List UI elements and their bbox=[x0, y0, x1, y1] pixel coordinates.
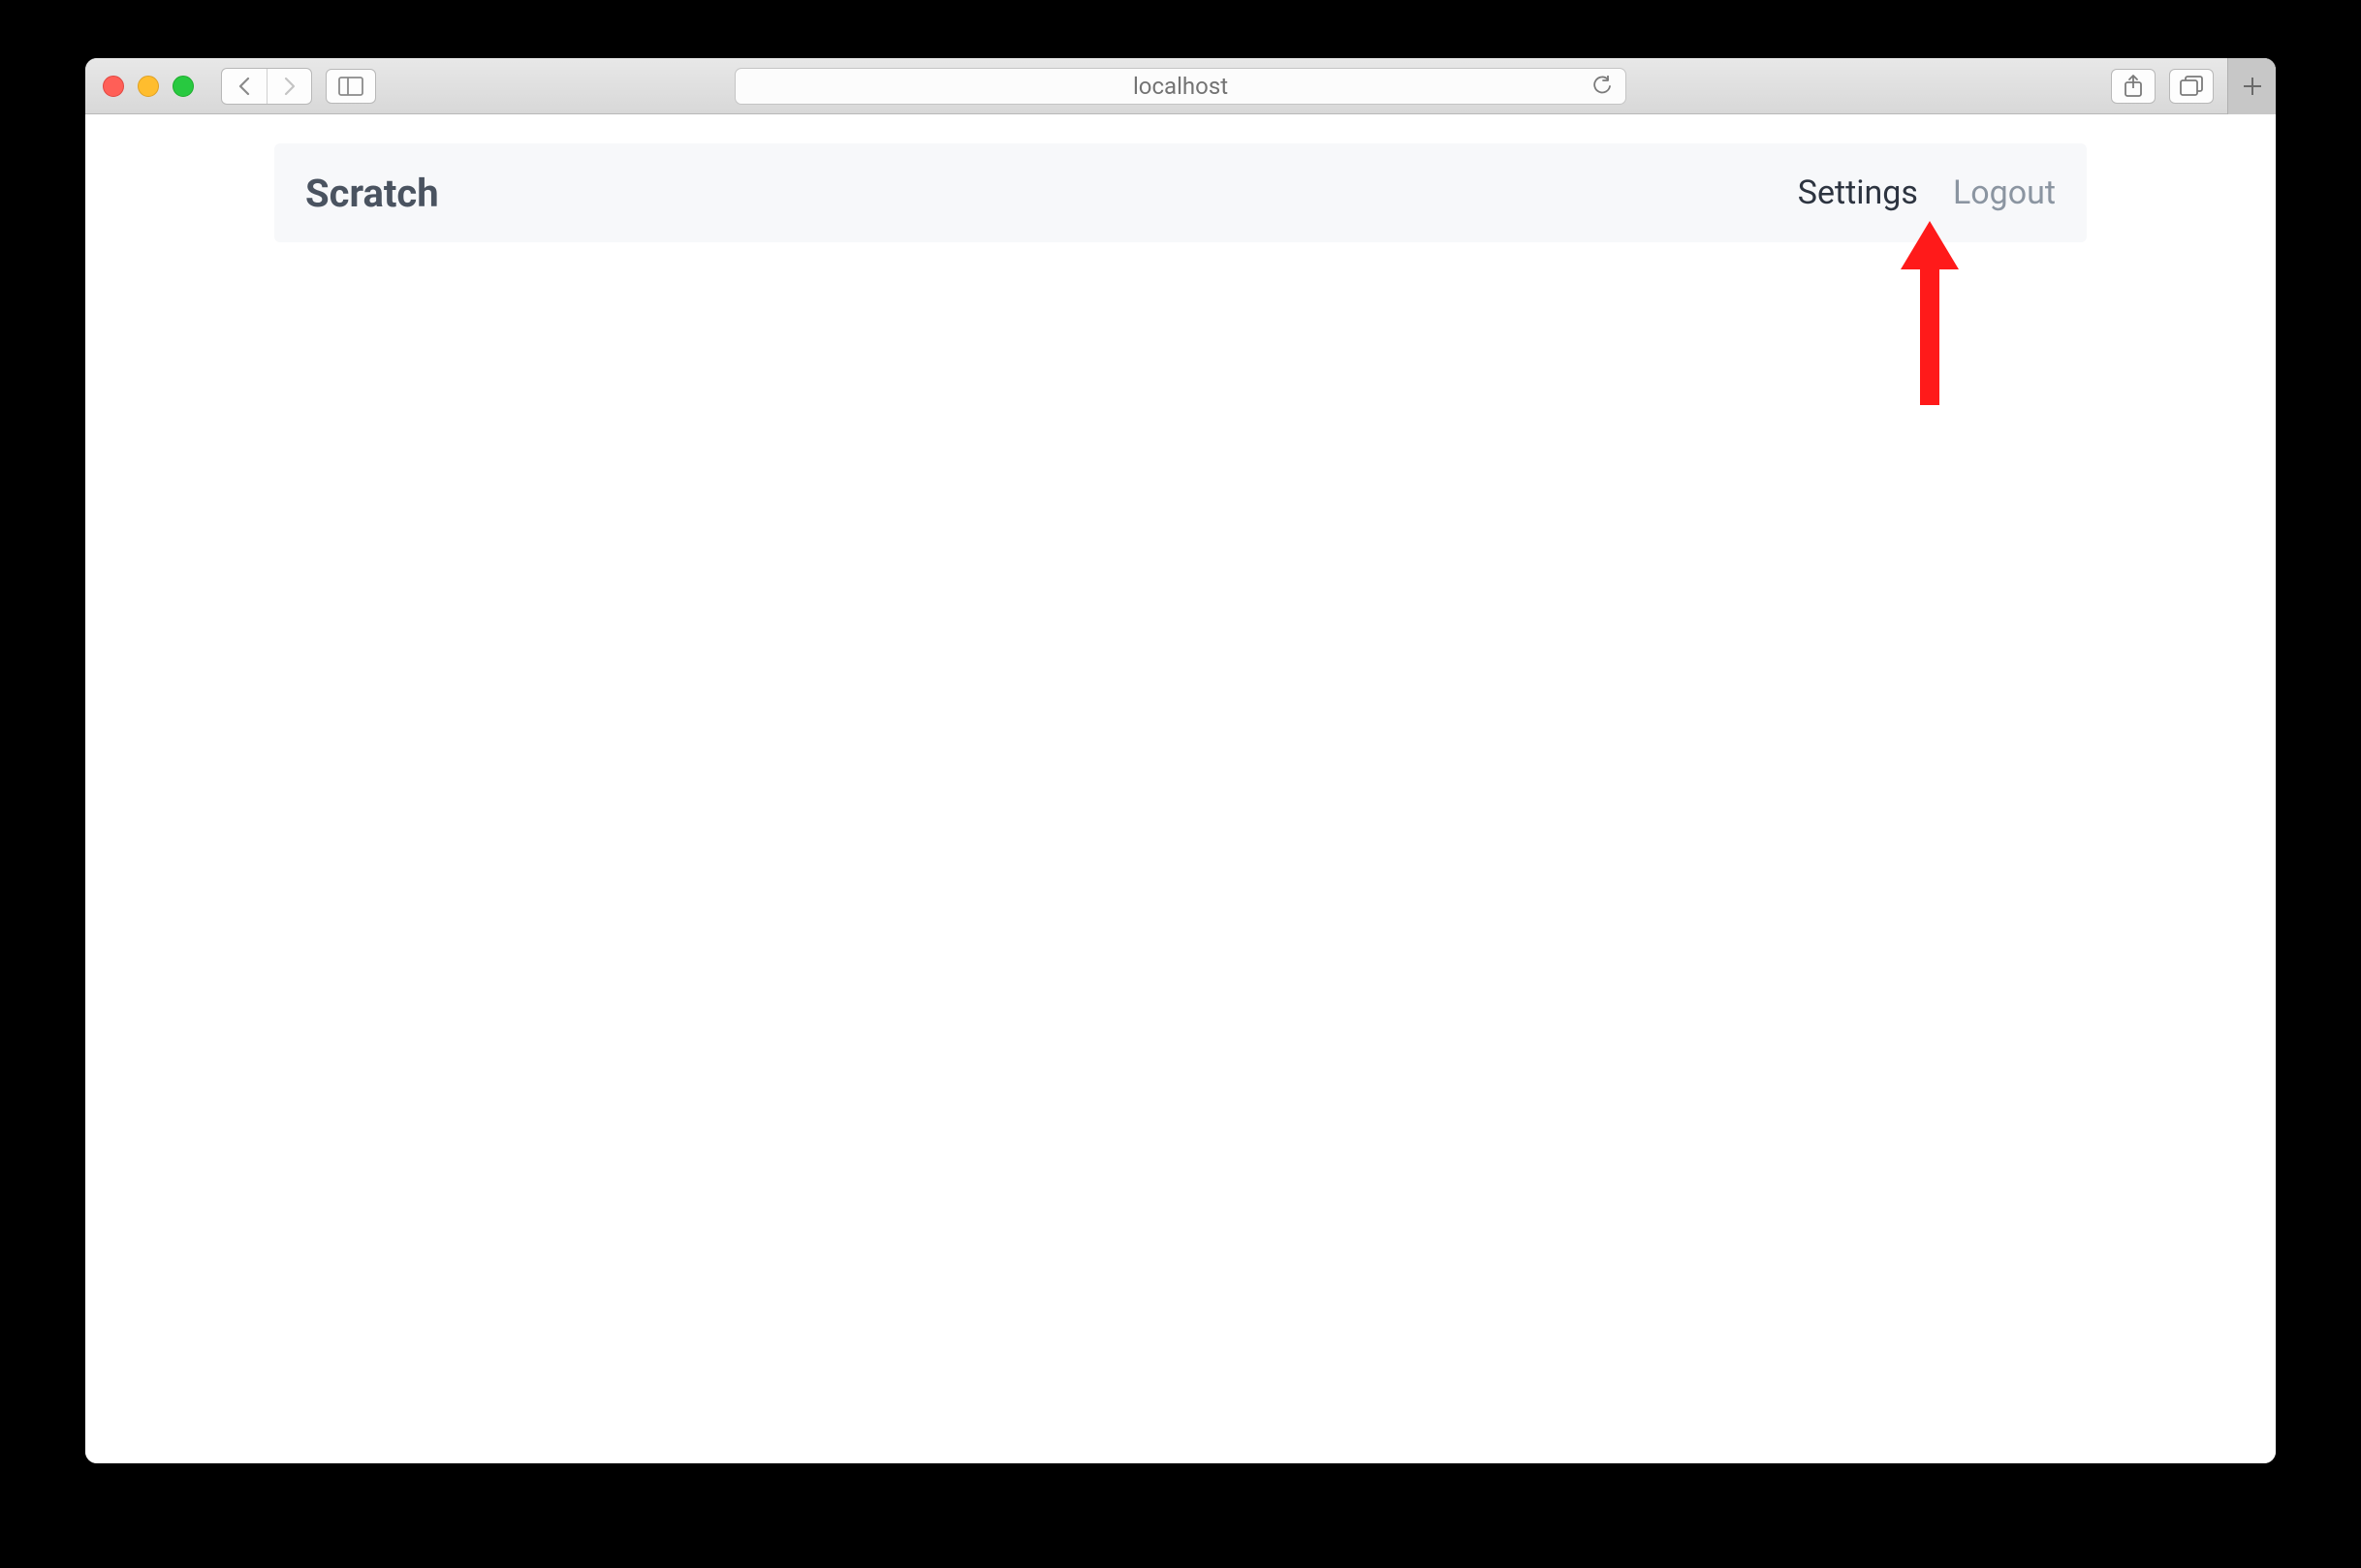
nav-link-settings[interactable]: Settings bbox=[1798, 173, 1918, 212]
nav-links: Settings Logout bbox=[1798, 173, 2056, 212]
reload-icon bbox=[1592, 76, 1612, 97]
forward-button[interactable] bbox=[267, 69, 311, 104]
sidebar-icon bbox=[338, 77, 363, 96]
navigation-buttons bbox=[221, 68, 312, 105]
new-tab-button[interactable] bbox=[2227, 58, 2276, 114]
brand-title[interactable]: Scratch bbox=[305, 171, 439, 216]
app-navbar: Scratch Settings Logout bbox=[274, 143, 2087, 242]
annotation-arrow bbox=[1896, 221, 1964, 415]
address-text: localhost bbox=[1133, 73, 1228, 100]
reload-button[interactable] bbox=[1592, 76, 1612, 97]
arrow-up-icon bbox=[1896, 221, 1964, 415]
address-bar[interactable]: localhost bbox=[735, 68, 1626, 105]
nav-link-logout[interactable]: Logout bbox=[1953, 173, 2056, 212]
tabs-icon bbox=[2180, 76, 2203, 97]
maximize-window-button[interactable] bbox=[173, 76, 194, 97]
share-button[interactable] bbox=[2111, 69, 2156, 104]
share-icon bbox=[2124, 75, 2143, 98]
browser-window: localhost bbox=[85, 58, 2276, 1463]
close-window-button[interactable] bbox=[103, 76, 124, 97]
browser-toolbar: localhost bbox=[85, 58, 2276, 114]
page-content: Scratch Settings Logout bbox=[85, 114, 2276, 1463]
back-button[interactable] bbox=[222, 69, 267, 104]
window-controls bbox=[103, 76, 194, 97]
sidebar-toggle-button[interactable] bbox=[326, 69, 376, 104]
chevron-right-icon bbox=[283, 77, 297, 96]
chevron-left-icon bbox=[237, 77, 251, 96]
minimize-window-button[interactable] bbox=[138, 76, 159, 97]
plus-icon bbox=[2242, 76, 2263, 97]
toolbar-right bbox=[2111, 58, 2258, 114]
tabs-button[interactable] bbox=[2169, 69, 2214, 104]
